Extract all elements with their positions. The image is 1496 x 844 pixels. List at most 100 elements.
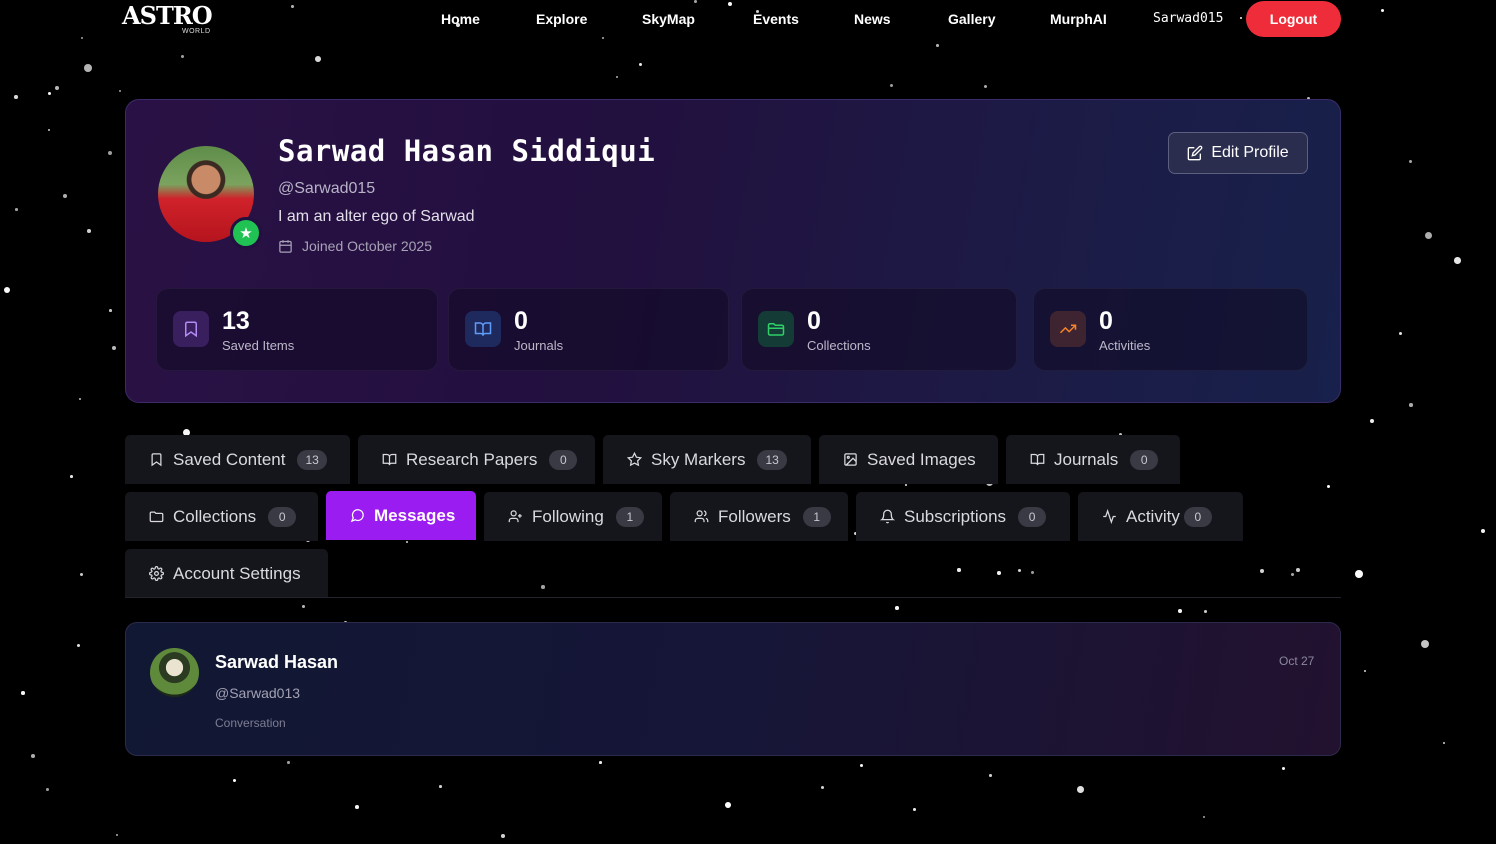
star-dot [406,541,409,544]
star-dot [116,834,119,837]
star-dot [725,802,731,808]
tab-saved-content[interactable]: Saved Content 13 [125,435,350,484]
tab-label: Sky Markers [651,449,746,469]
star-dot [315,56,321,62]
star-dot [46,788,50,792]
star-dot [860,764,864,768]
star-dot [989,774,992,777]
profile-bio: I am an alter ego of Sarwad [278,208,475,225]
stat-label: Journals [514,338,564,353]
star-dot [1077,786,1084,793]
conversation-card[interactable]: Sarwad Hasan @Sarwad013 Conversation Oct… [125,622,1341,756]
star-dot [1031,571,1035,575]
nav-skymap[interactable]: SkyMap [642,11,695,27]
star-dot [1421,640,1429,648]
edit-profile-button[interactable]: Edit Profile [1168,132,1308,174]
users-icon [694,510,709,523]
star-dot [895,606,899,610]
nav-murphai[interactable]: MurphAI [1050,11,1107,27]
logo-text: ASTRO [122,1,213,30]
star-dot [21,691,25,695]
bookmark-icon [173,311,209,347]
star-dot [108,151,112,155]
conversation-type: Conversation [215,716,286,730]
tab-label: Messages [374,505,456,525]
nav-username[interactable]: Sarwad015 [1153,11,1223,26]
stat-label: Collections [807,338,871,353]
bookmark-icon [151,453,162,467]
star-dot [905,484,908,487]
conversation-avatar[interactable] [150,648,199,697]
star-dot [48,92,51,95]
image-icon [844,453,857,466]
star-icon [627,452,642,467]
trending-up-icon [1050,311,1086,347]
tab-count: 0 [1130,449,1159,470]
tab-label: Collections [173,506,257,526]
tab-subscriptions[interactable]: Subscriptions 0 [856,492,1070,541]
top-nav: ASTRO WORLD Home Explore SkyMap Events N… [0,0,1496,40]
star-dot [1364,670,1367,673]
tab-following[interactable]: Following 1 [484,492,662,541]
star-dot [63,194,67,198]
star-dot [109,309,112,312]
logo[interactable]: ASTRO WORLD [122,4,222,36]
star-dot [1296,568,1300,572]
tab-account-settings[interactable]: Account Settings [125,549,328,598]
tab-label: Followers [718,506,791,526]
star-dot [181,55,184,58]
tab-sky-markers[interactable]: Sky Markers 13 [603,435,811,484]
tab-saved-images[interactable]: Saved Images [819,435,998,484]
stat-journals[interactable]: 0 Journals [448,288,729,371]
nav-events[interactable]: Events [753,11,799,27]
tab-count: 13 [757,449,787,470]
tab-activity[interactable]: Activity 0 [1078,492,1243,541]
stat-activities[interactable]: 0 Activities [1033,288,1308,371]
message-icon [350,509,364,523]
tab-research-papers[interactable]: Research Papers 0 [358,435,595,484]
nav-explore[interactable]: Explore [536,11,587,27]
profile-handle: @Sarwad015 [278,180,376,197]
star-dot [77,644,81,648]
stat-saved-items[interactable]: 13 Saved Items [156,288,438,371]
star-dot [4,287,11,294]
book-icon [382,453,397,466]
star-dot [639,63,643,67]
star-dot [541,585,545,589]
tab-label: Following [532,506,604,526]
nav-home[interactable]: Home [441,11,480,27]
verified-star-icon: ★ [230,217,262,249]
star-dot [1355,570,1363,578]
star-dot [1282,767,1286,771]
conversation-date: Oct 27 [1279,654,1315,668]
star-dot [1291,573,1294,576]
tab-collections[interactable]: Collections 0 [125,492,318,541]
star-dot [1260,569,1264,573]
stat-label: Saved Items [222,338,295,353]
tab-followers[interactable]: Followers 1 [670,492,848,541]
tab-journals[interactable]: Journals 0 [1006,435,1180,484]
activity-icon [1103,509,1116,524]
stat-collections[interactable]: 0 Collections [741,288,1017,371]
joined-text: Joined October 2025 [302,238,432,254]
star-dot [1204,610,1207,613]
edit-icon [1187,145,1203,161]
star-dot [87,229,91,233]
star-dot [936,44,939,47]
stat-value: 13 [222,307,250,335]
nav-gallery[interactable]: Gallery [948,11,995,27]
star-dot [890,84,894,88]
tab-messages[interactable]: Messages [326,491,476,540]
tab-count: 0 [268,506,297,527]
stat-value: 0 [1099,307,1113,335]
profile-joined: Joined October 2025 [278,238,432,254]
star-dot [302,605,306,609]
star-dot [616,76,618,78]
nav-news[interactable]: News [854,11,891,27]
calendar-icon [279,239,292,253]
star-dot [287,761,290,764]
logout-button[interactable]: Logout [1246,1,1341,37]
star-dot [821,786,825,790]
star-dot [439,785,442,788]
star-dot [84,64,92,72]
